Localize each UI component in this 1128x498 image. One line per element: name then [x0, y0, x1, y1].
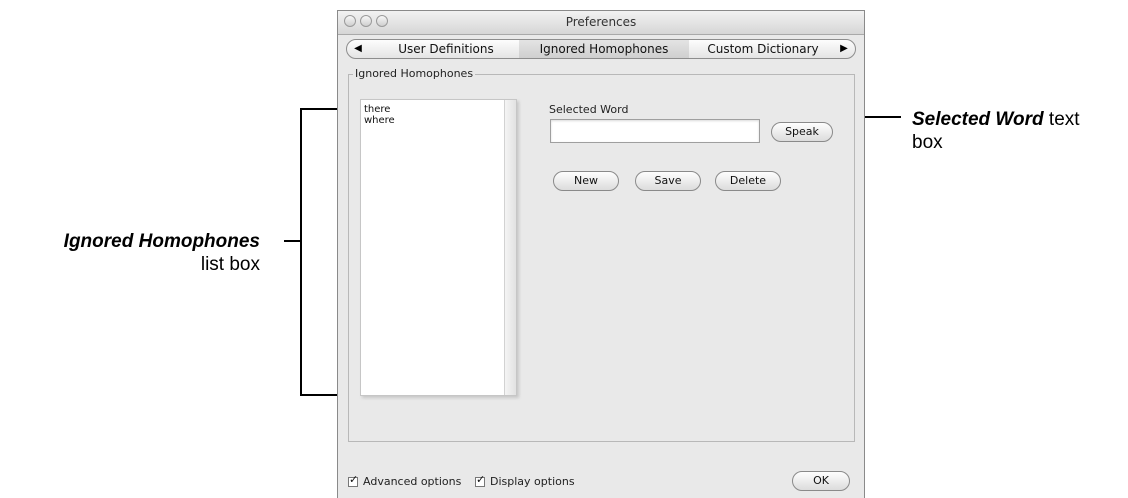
tab-bar: ◀ User Definitions Ignored Homophones Cu… — [346, 39, 856, 59]
checkmark-icon: ✓ — [349, 472, 359, 486]
checkmark-icon: ✓ — [476, 472, 486, 486]
callout-left-rest: list box — [200, 254, 260, 275]
list-item[interactable]: where — [362, 115, 395, 126]
tab-ignored-homophones[interactable]: Ignored Homophones — [519, 40, 689, 58]
callout-right-bold: Selected Word — [912, 109, 1044, 130]
tab-scroll-left-icon[interactable]: ◀ — [349, 40, 367, 58]
callout-right-rest2: box — [912, 132, 943, 153]
display-options-label: Display options — [490, 475, 575, 488]
tab-custom-dictionary[interactable]: Custom Dictionary — [689, 40, 837, 58]
callout-ignored-homophones: Ignored Homophones list box — [10, 230, 260, 276]
title-bar[interactable]: Preferences — [338, 11, 864, 35]
checkbox-advanced[interactable]: ✓ — [348, 473, 358, 487]
callout-selected-word: Selected Word text box — [912, 108, 1122, 154]
advanced-options-label: Advanced options — [363, 475, 462, 488]
preferences-window: Preferences ◀ User Definitions Ignored H… — [337, 10, 865, 498]
selected-word-input[interactable] — [550, 119, 760, 143]
callout-left-bold: Ignored Homophones — [63, 231, 260, 252]
tab-scroll-right-icon[interactable]: ▶ — [835, 40, 853, 58]
delete-button[interactable]: Delete — [715, 171, 781, 191]
callout-right-rest: text — [1043, 109, 1080, 130]
list-scrollbar[interactable] — [504, 100, 516, 395]
checkbox-display[interactable]: ✓ — [475, 473, 485, 487]
save-button[interactable]: Save — [635, 171, 701, 191]
window-title: Preferences — [565, 15, 637, 29]
speak-button[interactable]: Speak — [771, 122, 833, 142]
display-options-checkbox[interactable]: ✓ Display options — [475, 473, 575, 488]
list-items: there where — [362, 104, 395, 126]
callout-left-vertical — [300, 108, 302, 395]
selected-word-label: Selected Word — [549, 103, 629, 116]
advanced-options-checkbox[interactable]: ✓ Advanced options — [348, 473, 462, 488]
tab-user-definitions[interactable]: User Definitions — [371, 40, 521, 58]
ok-button[interactable]: OK — [792, 471, 850, 491]
new-button[interactable]: New — [553, 171, 619, 191]
group-label: Ignored Homophones — [353, 67, 476, 80]
callout-left-tick — [284, 240, 300, 242]
list-item[interactable]: there — [362, 104, 395, 115]
ignored-homophones-listbox[interactable]: there where — [360, 99, 517, 396]
